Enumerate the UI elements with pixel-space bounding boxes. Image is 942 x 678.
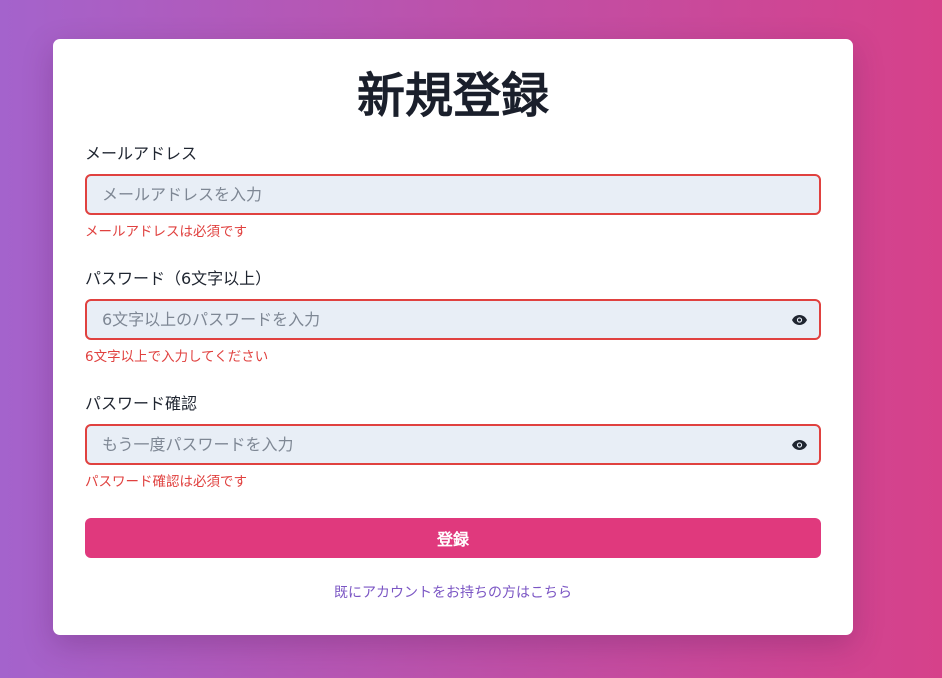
login-link[interactable]: 既にアカウントをお持ちの方はこちら xyxy=(53,583,853,603)
email-error: メールアドレスは必須です xyxy=(85,224,247,240)
signup-card: 新規登録 メールアドレス メールアドレスは必須です パスワード（6文字以上） 6… xyxy=(53,39,853,635)
password-error: 6文字以上で入力してください xyxy=(85,349,269,365)
register-button[interactable]: 登録 xyxy=(85,518,821,558)
password-field-wrapper xyxy=(85,299,821,340)
password-confirm-field[interactable] xyxy=(87,426,819,463)
email-field-wrapper xyxy=(85,174,821,215)
eye-icon[interactable] xyxy=(792,439,807,450)
password-confirm-label: パスワード確認 xyxy=(85,394,198,413)
password-label: パスワード（6文字以上） xyxy=(85,269,272,288)
email-field[interactable] xyxy=(87,176,819,213)
password-confirm-field-wrapper xyxy=(85,424,821,465)
eye-icon[interactable] xyxy=(792,314,807,325)
page-title: 新規登録 xyxy=(356,68,549,124)
password-confirm-error: パスワード確認は必須です xyxy=(85,474,247,490)
password-field[interactable] xyxy=(87,301,819,338)
email-label: メールアドレス xyxy=(85,144,198,163)
